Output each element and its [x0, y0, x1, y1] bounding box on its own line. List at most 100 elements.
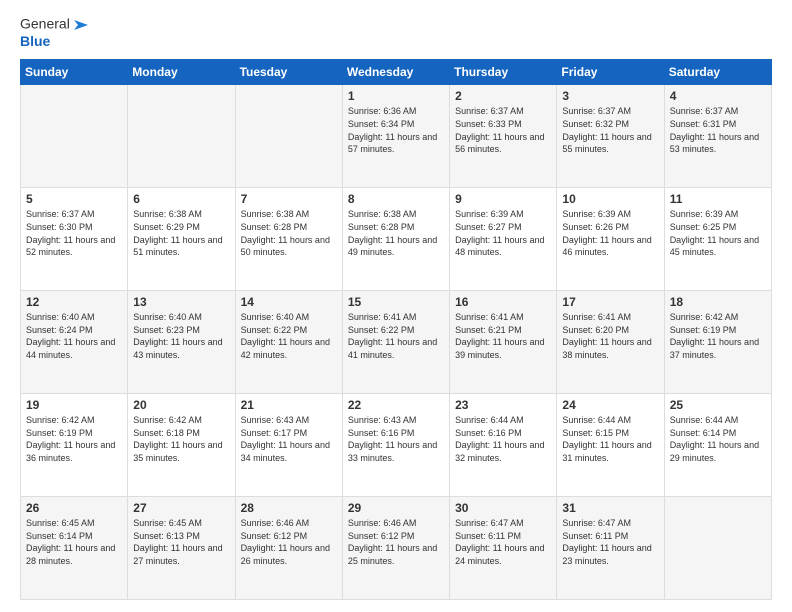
calendar-cell: 30Sunrise: 6:47 AMSunset: 6:11 PMDayligh…: [450, 497, 557, 600]
day-number: 19: [26, 398, 122, 412]
day-number: 4: [670, 89, 766, 103]
calendar-cell: 19 Sunrise: 6:42 AMSunset: 6:19 PMDayligh…: [21, 394, 128, 497]
day-info: Sunrise: 6:41 AMSunset: 6:20 PMDaylight:…: [562, 311, 658, 361]
day-number: 26: [26, 501, 122, 515]
day-number: 27: [133, 501, 229, 515]
day-number: 8: [348, 192, 444, 206]
day-info: Sunrise: 6:39 AMSunset: 6:25 PMDaylight:…: [670, 208, 766, 258]
weekday-saturday: Saturday: [664, 60, 771, 85]
day-number: 31: [562, 501, 658, 515]
day-info: Sunrise: 6:42 AMSunset: 6:19 PMDaylight:…: [670, 311, 766, 361]
day-info: Sunrise: 6:39 AMSunset: 6:27 PMDaylight:…: [455, 208, 551, 258]
day-info: Sunrise: 6:46 AMSunset: 6:12 PMDaylight:…: [348, 517, 444, 567]
calendar-week-5: 26 Sunrise: 6:45 AMSunset: 6:14 PMDayligh…: [21, 497, 772, 600]
day-number: 15: [348, 295, 444, 309]
calendar-cell: [664, 497, 771, 600]
day-info: Sunrise: 6:37 AMSunset: 6:33 PMDaylight:…: [455, 105, 551, 155]
weekday-wednesday: Wednesday: [342, 60, 449, 85]
calendar-cell: 15 Sunrise: 6:41 AMSunset: 6:22 PMDayligh…: [342, 291, 449, 394]
day-info: Sunrise: 6:45 AMSunset: 6:14 PMDaylight:…: [26, 517, 122, 567]
logo-blue: Blue: [20, 33, 50, 49]
calendar-cell: [21, 85, 128, 188]
calendar-cell: 18 Sunrise: 6:42 AMSunset: 6:19 PMDayligh…: [664, 291, 771, 394]
day-number: 18: [670, 295, 766, 309]
calendar-cell: 6Sunrise: 6:38 AMSunset: 6:29 PMDaylight…: [128, 188, 235, 291]
day-info: Sunrise: 6:37 AMSunset: 6:32 PMDaylight:…: [562, 105, 658, 155]
day-number: 23: [455, 398, 551, 412]
day-info: Sunrise: 6:41 AMSunset: 6:21 PMDaylight:…: [455, 311, 551, 361]
day-number: 28: [241, 501, 337, 515]
calendar-cell: 13 Sunrise: 6:40 AMSunset: 6:23 PMDayligh…: [128, 291, 235, 394]
weekday-tuesday: Tuesday: [235, 60, 342, 85]
calendar-cell: 5Sunrise: 6:37 AMSunset: 6:30 PMDaylight…: [21, 188, 128, 291]
calendar-table: SundayMondayTuesdayWednesdayThursdayFrid…: [20, 59, 772, 600]
day-info: Sunrise: 6:47 AMSunset: 6:11 PMDaylight:…: [562, 517, 658, 567]
day-number: 14: [241, 295, 337, 309]
calendar-cell: 3 Sunrise: 6:37 AMSunset: 6:32 PMDaylight…: [557, 85, 664, 188]
calendar-week-3: 12 Sunrise: 6:40 AMSunset: 6:24 PMDayligh…: [21, 291, 772, 394]
calendar-cell: 11Sunrise: 6:39 AMSunset: 6:25 PMDayligh…: [664, 188, 771, 291]
day-info: Sunrise: 6:44 AMSunset: 6:14 PMDaylight:…: [670, 414, 766, 464]
day-number: 9: [455, 192, 551, 206]
calendar-week-2: 5Sunrise: 6:37 AMSunset: 6:30 PMDaylight…: [21, 188, 772, 291]
day-info: Sunrise: 6:41 AMSunset: 6:22 PMDaylight:…: [348, 311, 444, 361]
calendar-cell: 22 Sunrise: 6:43 AMSunset: 6:16 PMDayligh…: [342, 394, 449, 497]
day-info: Sunrise: 6:42 AMSunset: 6:19 PMDaylight:…: [26, 414, 122, 464]
day-info: Sunrise: 6:40 AMSunset: 6:24 PMDaylight:…: [26, 311, 122, 361]
calendar-week-1: 1Sunrise: 6:36 AMSunset: 6:34 PMDaylight…: [21, 85, 772, 188]
calendar-cell: 31 Sunrise: 6:47 AMSunset: 6:11 PMDayligh…: [557, 497, 664, 600]
calendar-cell: 27 Sunrise: 6:45 AMSunset: 6:13 PMDayligh…: [128, 497, 235, 600]
day-number: 25: [670, 398, 766, 412]
logo-general: General: [20, 16, 70, 32]
calendar-cell: 25 Sunrise: 6:44 AMSunset: 6:14 PMDayligh…: [664, 394, 771, 497]
calendar-cell: 24Sunrise: 6:44 AMSunset: 6:15 PMDayligh…: [557, 394, 664, 497]
logo-arrow-icon: [72, 16, 90, 34]
calendar-cell: 12 Sunrise: 6:40 AMSunset: 6:24 PMDayligh…: [21, 291, 128, 394]
day-number: 29: [348, 501, 444, 515]
logo-text: General Blue: [20, 16, 90, 49]
day-info: Sunrise: 6:45 AMSunset: 6:13 PMDaylight:…: [133, 517, 229, 567]
day-number: 22: [348, 398, 444, 412]
calendar-cell: 17 Sunrise: 6:41 AMSunset: 6:20 PMDayligh…: [557, 291, 664, 394]
calendar-cell: 1Sunrise: 6:36 AMSunset: 6:34 PMDaylight…: [342, 85, 449, 188]
calendar-cell: 23 Sunrise: 6:44 AMSunset: 6:16 PMDayligh…: [450, 394, 557, 497]
logo: General Blue: [20, 16, 90, 49]
day-info: Sunrise: 6:43 AMSunset: 6:16 PMDaylight:…: [348, 414, 444, 464]
day-info: Sunrise: 6:37 AMSunset: 6:31 PMDaylight:…: [670, 105, 766, 155]
day-info: Sunrise: 6:44 AMSunset: 6:16 PMDaylight:…: [455, 414, 551, 464]
calendar-cell: 14 Sunrise: 6:40 AMSunset: 6:22 PMDayligh…: [235, 291, 342, 394]
calendar-cell: 29 Sunrise: 6:46 AMSunset: 6:12 PMDayligh…: [342, 497, 449, 600]
calendar-cell: 26 Sunrise: 6:45 AMSunset: 6:14 PMDayligh…: [21, 497, 128, 600]
day-number: 17: [562, 295, 658, 309]
day-info: Sunrise: 6:40 AMSunset: 6:23 PMDaylight:…: [133, 311, 229, 361]
day-number: 7: [241, 192, 337, 206]
weekday-header-row: SundayMondayTuesdayWednesdayThursdayFrid…: [21, 60, 772, 85]
weekday-sunday: Sunday: [21, 60, 128, 85]
calendar-cell: 4 Sunrise: 6:37 AMSunset: 6:31 PMDaylight…: [664, 85, 771, 188]
calendar-cell: 2 Sunrise: 6:37 AMSunset: 6:33 PMDaylight…: [450, 85, 557, 188]
day-number: 1: [348, 89, 444, 103]
day-info: Sunrise: 6:42 AMSunset: 6:18 PMDaylight:…: [133, 414, 229, 464]
day-number: 2: [455, 89, 551, 103]
day-info: Sunrise: 6:37 AMSunset: 6:30 PMDaylight:…: [26, 208, 122, 258]
calendar-cell: 20Sunrise: 6:42 AMSunset: 6:18 PMDayligh…: [128, 394, 235, 497]
day-info: Sunrise: 6:43 AMSunset: 6:17 PMDaylight:…: [241, 414, 337, 464]
day-number: 12: [26, 295, 122, 309]
calendar-cell: [235, 85, 342, 188]
day-info: Sunrise: 6:39 AMSunset: 6:26 PMDaylight:…: [562, 208, 658, 258]
day-info: Sunrise: 6:47 AMSunset: 6:11 PMDaylight:…: [455, 517, 551, 567]
day-info: Sunrise: 6:40 AMSunset: 6:22 PMDaylight:…: [241, 311, 337, 361]
weekday-thursday: Thursday: [450, 60, 557, 85]
day-info: Sunrise: 6:38 AMSunset: 6:28 PMDaylight:…: [241, 208, 337, 258]
weekday-monday: Monday: [128, 60, 235, 85]
day-number: 21: [241, 398, 337, 412]
calendar-cell: 8 Sunrise: 6:38 AMSunset: 6:28 PMDaylight…: [342, 188, 449, 291]
calendar-cell: [128, 85, 235, 188]
calendar-week-4: 19 Sunrise: 6:42 AMSunset: 6:19 PMDayligh…: [21, 394, 772, 497]
day-number: 10: [562, 192, 658, 206]
weekday-friday: Friday: [557, 60, 664, 85]
day-number: 13: [133, 295, 229, 309]
day-number: 3: [562, 89, 658, 103]
day-info: Sunrise: 6:44 AMSunset: 6:15 PMDaylight:…: [562, 414, 658, 464]
day-info: Sunrise: 6:38 AMSunset: 6:28 PMDaylight:…: [348, 208, 444, 258]
